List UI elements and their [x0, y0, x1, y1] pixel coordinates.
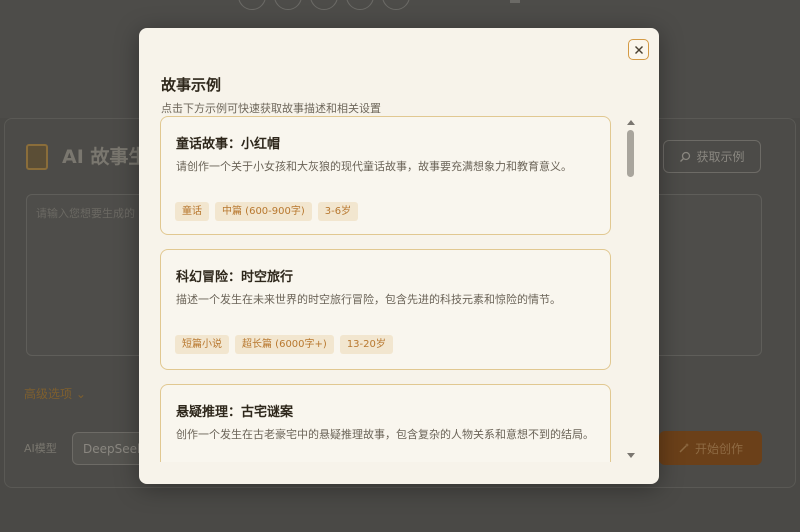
tag-length: 中篇 (600-900字): [215, 202, 312, 221]
tag-age: 3-6岁: [317, 202, 359, 221]
examples-list: 童话故事：小红帽 请创作一个关于小女孩和大灰狼的现代童话故事，故事要充满想象力和…: [159, 116, 639, 462]
example-title: 科幻冒险：时空旅行: [176, 270, 294, 285]
top-circle-button[interactable]: [310, 0, 338, 10]
example-tags: 童话 中篇 (600-900字) 3-6岁: [175, 202, 359, 221]
advanced-options-label: 高级选项: [24, 387, 73, 401]
top-circle-buttons: [238, 0, 410, 10]
example-description: 请创作一个关于小女孩和大灰狼的现代童话故事，故事要充满想象力和教育意义。: [176, 160, 572, 173]
fetch-examples-label: 获取示例: [696, 150, 745, 164]
close-icon: [634, 45, 643, 54]
example-description: 描述一个发生在未来世界的时空旅行冒险，包含先进的科技元素和惊险的情节。: [176, 293, 561, 306]
search-icon: [680, 151, 691, 162]
tag-genre: 短篇小说: [175, 335, 229, 354]
modal-subtitle: 点击下方示例可快速获取故事描述和相关设置: [161, 102, 381, 115]
scroll-up-arrow-icon[interactable]: [627, 120, 635, 125]
tag-genre: 童话: [175, 202, 209, 221]
tag-length: 超长篇 (6000字+): [235, 335, 334, 354]
example-tags: 短篇小说 超长篇 (6000字+) 13-20岁: [175, 335, 393, 354]
modal-title: 故事示例: [161, 76, 222, 94]
example-title: 悬疑推理：古宅谜案: [176, 405, 294, 420]
top-circle-button[interactable]: [238, 0, 266, 10]
examples-scrollbar[interactable]: [624, 116, 638, 462]
example-description: 创作一个发生在古老豪宅中的悬疑推理故事，包含复杂的人物关系和意想不到的结局。: [176, 428, 594, 441]
start-creation-button[interactable]: 开始创作: [659, 431, 762, 465]
chevron-down-icon: ⌄: [75, 387, 86, 401]
top-circle-button[interactable]: [274, 0, 302, 10]
story-examples-modal: 故事示例 点击下方示例可快速获取故事描述和相关设置 童话故事：小红帽 请创作一个…: [139, 28, 659, 484]
top-circle-button[interactable]: [382, 0, 410, 10]
app-title: AI 故事生: [62, 146, 148, 168]
tag-age: 13-20岁: [339, 335, 393, 354]
magic-wand-icon: [679, 443, 689, 453]
close-button[interactable]: [628, 39, 649, 60]
scrollbar-thumb[interactable]: [627, 130, 634, 177]
book-icon: [26, 144, 48, 170]
example-card-fairy-tale[interactable]: 童话故事：小红帽 请创作一个关于小女孩和大灰狼的现代童话故事，故事要充满想象力和…: [160, 116, 611, 235]
example-title: 童话故事：小红帽: [176, 137, 281, 152]
model-label: AI模型: [24, 442, 57, 455]
fetch-examples-button[interactable]: 获取示例: [663, 140, 761, 173]
example-card-mystery[interactable]: 悬疑推理：古宅谜案 创作一个发生在古老豪宅中的悬疑推理故事，包含复杂的人物关系和…: [160, 384, 611, 462]
start-creation-label: 开始创作: [694, 441, 743, 456]
scroll-down-arrow-icon[interactable]: [627, 453, 635, 458]
advanced-options-toggle[interactable]: 高级选项 ⌄: [24, 385, 86, 402]
top-mark: [510, 0, 520, 3]
top-circle-button[interactable]: [346, 0, 374, 10]
story-prompt-placeholder: 请输入您想要生成的: [36, 207, 135, 220]
example-card-sci-fi[interactable]: 科幻冒险：时空旅行 描述一个发生在未来世界的时空旅行冒险，包含先进的科技元素和惊…: [160, 249, 611, 370]
